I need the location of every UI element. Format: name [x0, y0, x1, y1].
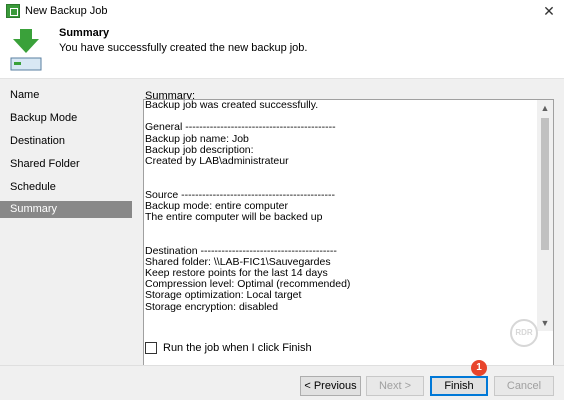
- watermark-logo: RDR: [510, 319, 538, 347]
- step-shared-folder[interactable]: Shared Folder: [0, 156, 132, 173]
- title-bar: New Backup Job ✕: [0, 0, 564, 22]
- step-name[interactable]: Name: [0, 87, 132, 104]
- page-title: Summary: [59, 27, 110, 39]
- page-subtitle: You have successfully created the new ba…: [59, 42, 308, 54]
- download-arrow-icon: [10, 29, 42, 71]
- scroll-down-icon[interactable]: ▼: [537, 315, 553, 331]
- wizard-body: Name Backup Mode Destination Shared Fold…: [0, 79, 564, 400]
- previous-button[interactable]: < Previous: [300, 376, 361, 396]
- next-button[interactable]: Next >: [366, 376, 424, 396]
- summary-text: Backup job was created successfully. Gen…: [145, 100, 351, 313]
- window-title: New Backup Job: [25, 5, 108, 17]
- step-backup-mode[interactable]: Backup Mode: [0, 110, 132, 127]
- step-schedule[interactable]: Schedule: [0, 179, 132, 196]
- close-button[interactable]: ✕: [540, 2, 558, 20]
- run-job-checkbox[interactable]: [145, 342, 157, 354]
- app-icon: [6, 4, 20, 18]
- step-destination[interactable]: Destination: [0, 133, 132, 150]
- scroll-thumb[interactable]: [541, 118, 549, 250]
- step-summary[interactable]: Summary: [0, 201, 132, 218]
- step-marker-badge: 1: [471, 360, 487, 376]
- summary-scrollbar[interactable]: ▲ ▼: [537, 100, 553, 331]
- scroll-up-icon[interactable]: ▲: [537, 100, 553, 116]
- wizard-header: Summary You have successfully created th…: [0, 22, 564, 78]
- cancel-button[interactable]: Cancel: [494, 376, 554, 396]
- run-job-checkbox-label[interactable]: Run the job when I click Finish: [163, 342, 312, 354]
- finish-button[interactable]: Finish: [430, 376, 488, 396]
- wizard-steps: Name Backup Mode Destination Shared Fold…: [0, 79, 132, 365]
